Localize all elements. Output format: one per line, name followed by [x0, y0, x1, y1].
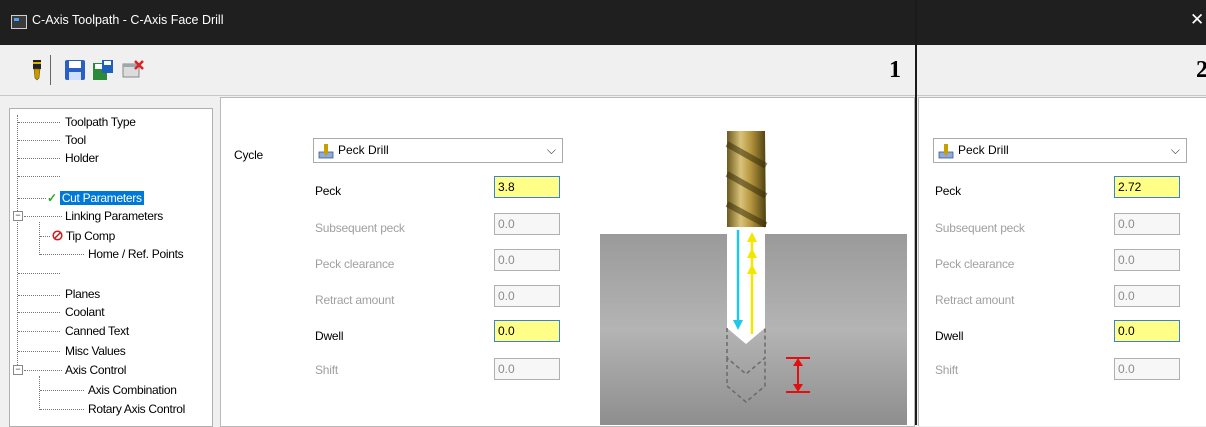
dwell-label: Dwell	[315, 329, 344, 343]
tree-connector	[18, 158, 60, 159]
tree-connector	[40, 236, 50, 237]
tree-item-toolpath-type[interactable]: Toolpath Type	[65, 115, 136, 129]
retract-amount-input[interactable]	[494, 285, 560, 307]
tree-item-axis-control[interactable]: Axis Control	[65, 363, 126, 377]
peck-clearance-label: Peck clearance	[315, 257, 395, 271]
tree-item-cut-parameters[interactable]: ✓ Cut Parameters	[47, 191, 144, 205]
drilled-hole	[727, 234, 765, 328]
tree-connector	[17, 115, 18, 373]
tree-item-misc-values[interactable]: Misc Values	[65, 344, 126, 358]
tree-item-coolant[interactable]: Coolant	[65, 305, 105, 319]
peck-drill-icon	[318, 144, 334, 159]
tree-item-canned-text[interactable]: Canned Text	[65, 324, 129, 338]
tree-item-tool[interactable]: Tool	[65, 133, 86, 147]
tree-item-axis-combination[interactable]: Axis Combination	[88, 383, 177, 397]
shift-input[interactable]	[494, 358, 560, 380]
peck-drill-illustration	[600, 131, 907, 425]
tree-connector	[40, 409, 84, 410]
compare-label-2: 2	[1196, 57, 1206, 83]
toolbar: 1 2	[0, 45, 1206, 96]
title-bar: C-Axis Toolpath - C-Axis Face Drill ✕	[0, 0, 1206, 45]
peck-clearance-input-2[interactable]	[1114, 249, 1180, 271]
cycle-select-value: Peck Drill	[958, 143, 1009, 157]
save-as-icon[interactable]	[92, 59, 114, 81]
cycle-select[interactable]: Peck Drill ⌵	[313, 138, 563, 163]
collapse-axis-control-icon[interactable]: −	[13, 365, 23, 375]
shift-input-2[interactable]	[1114, 358, 1180, 380]
cycle-select-value: Peck Drill	[338, 143, 389, 157]
comparison-divider	[915, 0, 917, 425]
collapse-linking-icon[interactable]: −	[13, 211, 23, 221]
tree-connector	[39, 376, 40, 410]
tree-connector	[18, 331, 60, 332]
subsequent-peck-label: Subsequent peck	[315, 221, 405, 235]
tree-connector	[40, 390, 84, 391]
retract-amount-label: Retract amount	[315, 293, 395, 307]
tree-connector	[24, 370, 62, 371]
compare-label-1: 1	[889, 57, 901, 83]
cycle-label: Cycle	[234, 148, 264, 162]
tree-connector	[18, 140, 60, 141]
toolbar-separator	[50, 55, 51, 85]
tree-connector	[18, 312, 60, 313]
peck-input[interactable]	[494, 176, 560, 198]
save-icon[interactable]	[64, 59, 86, 81]
peck-clearance-label-2: Peck clearance	[935, 257, 1015, 271]
shift-label: Shift	[315, 363, 339, 377]
tree-connector	[39, 222, 40, 255]
peck-drill-icon	[938, 144, 954, 159]
tool-icon[interactable]	[26, 59, 48, 81]
parameter-tree: − − Toolpath Type Tool Holder ✓ Cut Para…	[9, 108, 213, 427]
dwell-label-2: Dwell	[935, 329, 964, 343]
tree-connector	[18, 198, 46, 199]
tree-connector	[18, 122, 60, 123]
tree-item-rotary-axis-control[interactable]: Rotary Axis Control	[88, 402, 185, 416]
chevron-down-icon: ⌵	[1170, 143, 1180, 157]
tree-connector	[24, 216, 62, 217]
app-window-icon	[11, 15, 27, 29]
tree-item-label: Tip Comp	[65, 229, 115, 243]
tree-connector	[18, 176, 60, 177]
retract-amount-input-2[interactable]	[1114, 285, 1180, 307]
tree-item-home-ref-points[interactable]: Home / Ref. Points	[88, 247, 184, 261]
disabled-icon	[52, 230, 63, 241]
cycle-select-2[interactable]: Peck Drill ⌵	[933, 138, 1187, 163]
tree-item-linking-parameters[interactable]: Linking Parameters	[65, 209, 163, 223]
tree-item-planes[interactable]: Planes	[65, 287, 100, 301]
checkmark-icon: ✓	[47, 191, 57, 205]
tree-item-label: Cut Parameters	[59, 191, 144, 205]
tree-connector	[40, 254, 84, 255]
retract-amount-label-2: Retract amount	[935, 293, 1015, 307]
subsequent-peck-input-2[interactable]	[1114, 213, 1180, 235]
tree-connector	[18, 295, 60, 296]
peck-label-2: Peck	[935, 184, 961, 198]
peck-clearance-input[interactable]	[494, 249, 560, 271]
dwell-input-2[interactable]	[1114, 320, 1180, 342]
peck-input-2[interactable]	[1114, 176, 1180, 198]
close-operation-icon[interactable]	[122, 59, 144, 81]
tree-item-tip-comp[interactable]: Tip Comp	[52, 229, 115, 243]
subsequent-peck-input[interactable]	[494, 213, 560, 235]
chevron-down-icon: ⌵	[546, 143, 556, 157]
tree-item-holder[interactable]: Holder	[65, 151, 99, 165]
close-button[interactable]: ✕	[1190, 10, 1204, 30]
peck-label: Peck	[315, 184, 341, 198]
tree-connector	[18, 351, 60, 352]
window-title: C-Axis Toolpath - C-Axis Face Drill	[32, 13, 224, 27]
subsequent-peck-label-2: Subsequent peck	[935, 221, 1025, 235]
shift-label-2: Shift	[935, 363, 959, 377]
tree-connector	[18, 273, 60, 274]
dwell-input[interactable]	[494, 320, 560, 342]
